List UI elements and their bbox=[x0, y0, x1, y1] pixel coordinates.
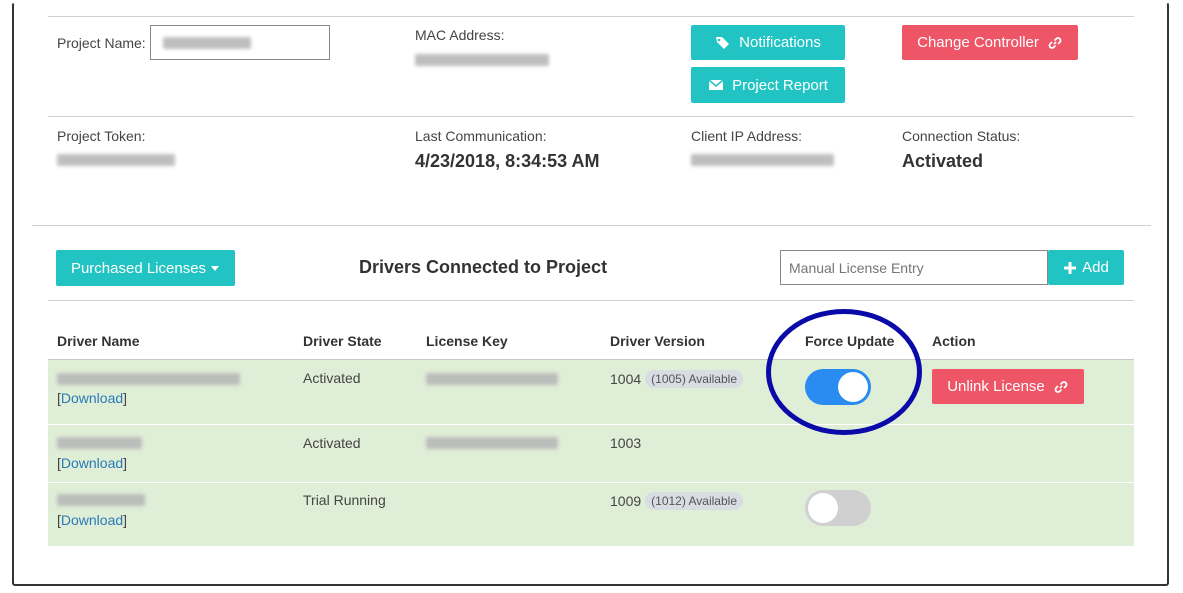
download-link-row-2[interactable]: [Download] bbox=[57, 455, 127, 471]
section-divider bbox=[32, 225, 1151, 226]
col-driver-name: Driver Name bbox=[57, 333, 140, 349]
project-token-label: Project Token: bbox=[57, 128, 146, 144]
driver-state: Trial Running bbox=[303, 492, 386, 508]
project-name-label: Project Name: bbox=[57, 35, 146, 51]
table-row bbox=[48, 425, 1134, 482]
unlink-license-label: Unlink License bbox=[947, 378, 1045, 395]
link-icon bbox=[1048, 36, 1062, 49]
driver-version-number: 1003 bbox=[610, 435, 642, 451]
add-label: Add bbox=[1082, 259, 1109, 276]
table-row bbox=[48, 483, 1134, 546]
last-communication-value: 4/23/2018, 8:34:53 AM bbox=[415, 151, 600, 171]
purchased-licenses-label: Purchased Licenses bbox=[70, 259, 207, 277]
unlink-license-button[interactable]: Unlink License bbox=[932, 369, 1084, 404]
col-license-key: License Key bbox=[426, 333, 508, 349]
project-name-input[interactable] bbox=[150, 25, 330, 60]
driver-name-redacted bbox=[57, 494, 145, 506]
project-report-button[interactable]: Project Report bbox=[691, 67, 845, 103]
download-link-text[interactable]: Download bbox=[61, 512, 123, 528]
driver-state: Activated bbox=[303, 370, 361, 386]
notifications-button[interactable]: Notifications bbox=[691, 25, 845, 60]
caret-down-icon bbox=[211, 266, 220, 271]
change-controller-label: Change Controller bbox=[917, 34, 1039, 51]
top-divider bbox=[48, 16, 1134, 17]
force-update-toggle[interactable] bbox=[805, 490, 871, 526]
project-report-label: Project Report bbox=[732, 76, 828, 94]
available-version-badge: (1005) Available bbox=[645, 370, 743, 388]
driver-name-redacted bbox=[57, 437, 142, 449]
purchased-licenses-button[interactable]: Purchased Licenses bbox=[56, 250, 235, 286]
toggle-knob bbox=[838, 372, 868, 402]
col-force-update: Force Update bbox=[805, 333, 895, 349]
project-token-value-redacted bbox=[57, 154, 175, 166]
license-key-redacted bbox=[426, 437, 558, 449]
project-name-value-redacted bbox=[163, 37, 251, 49]
mac-address-label: MAC Address: bbox=[415, 27, 505, 43]
download-link-text[interactable]: Download bbox=[61, 390, 123, 406]
table-top-divider bbox=[48, 300, 1134, 301]
connection-status-label: Connection Status: bbox=[902, 128, 1021, 144]
download-link-text[interactable]: Download bbox=[61, 455, 123, 471]
info-divider-right bbox=[406, 116, 1134, 117]
connection-status-value: Activated bbox=[902, 151, 984, 171]
force-update-toggle[interactable] bbox=[805, 369, 871, 405]
add-license-button[interactable]: Add bbox=[1048, 250, 1124, 285]
col-driver-version: Driver Version bbox=[610, 333, 705, 349]
driver-version-number: 1004 bbox=[610, 371, 642, 387]
change-controller-button[interactable]: Change Controller bbox=[902, 25, 1078, 60]
driver-name-redacted bbox=[57, 373, 240, 385]
driver-version: 1004 (1005) Available bbox=[610, 370, 743, 388]
driver-state: Activated bbox=[303, 435, 361, 451]
drivers-section-title: Drivers Connected to Project bbox=[359, 257, 608, 277]
license-key-redacted bbox=[426, 373, 558, 385]
tags-icon bbox=[716, 36, 730, 49]
col-driver-state: Driver State bbox=[303, 333, 382, 349]
client-ip-value-redacted bbox=[691, 154, 834, 166]
info-divider-left bbox=[48, 116, 406, 117]
download-link-row-1[interactable]: [Download] bbox=[57, 390, 127, 406]
notifications-label: Notifications bbox=[739, 34, 821, 51]
col-action: Action bbox=[932, 333, 976, 349]
plus-icon bbox=[1064, 261, 1077, 274]
client-ip-label: Client IP Address: bbox=[691, 128, 803, 144]
envelope-icon bbox=[708, 79, 724, 90]
driver-version: 1009 (1012) Available bbox=[610, 492, 743, 510]
driver-version: 1003 bbox=[610, 435, 641, 451]
driver-version-number: 1009 bbox=[610, 493, 642, 509]
download-link-row-3[interactable]: [Download] bbox=[57, 512, 127, 528]
toggle-knob bbox=[808, 493, 838, 523]
link-icon bbox=[1054, 380, 1068, 393]
mac-address-value-redacted bbox=[415, 54, 549, 66]
last-communication-label: Last Communication: bbox=[415, 128, 547, 144]
available-version-badge: (1012) Available bbox=[645, 492, 743, 510]
manual-license-input[interactable] bbox=[780, 250, 1048, 285]
